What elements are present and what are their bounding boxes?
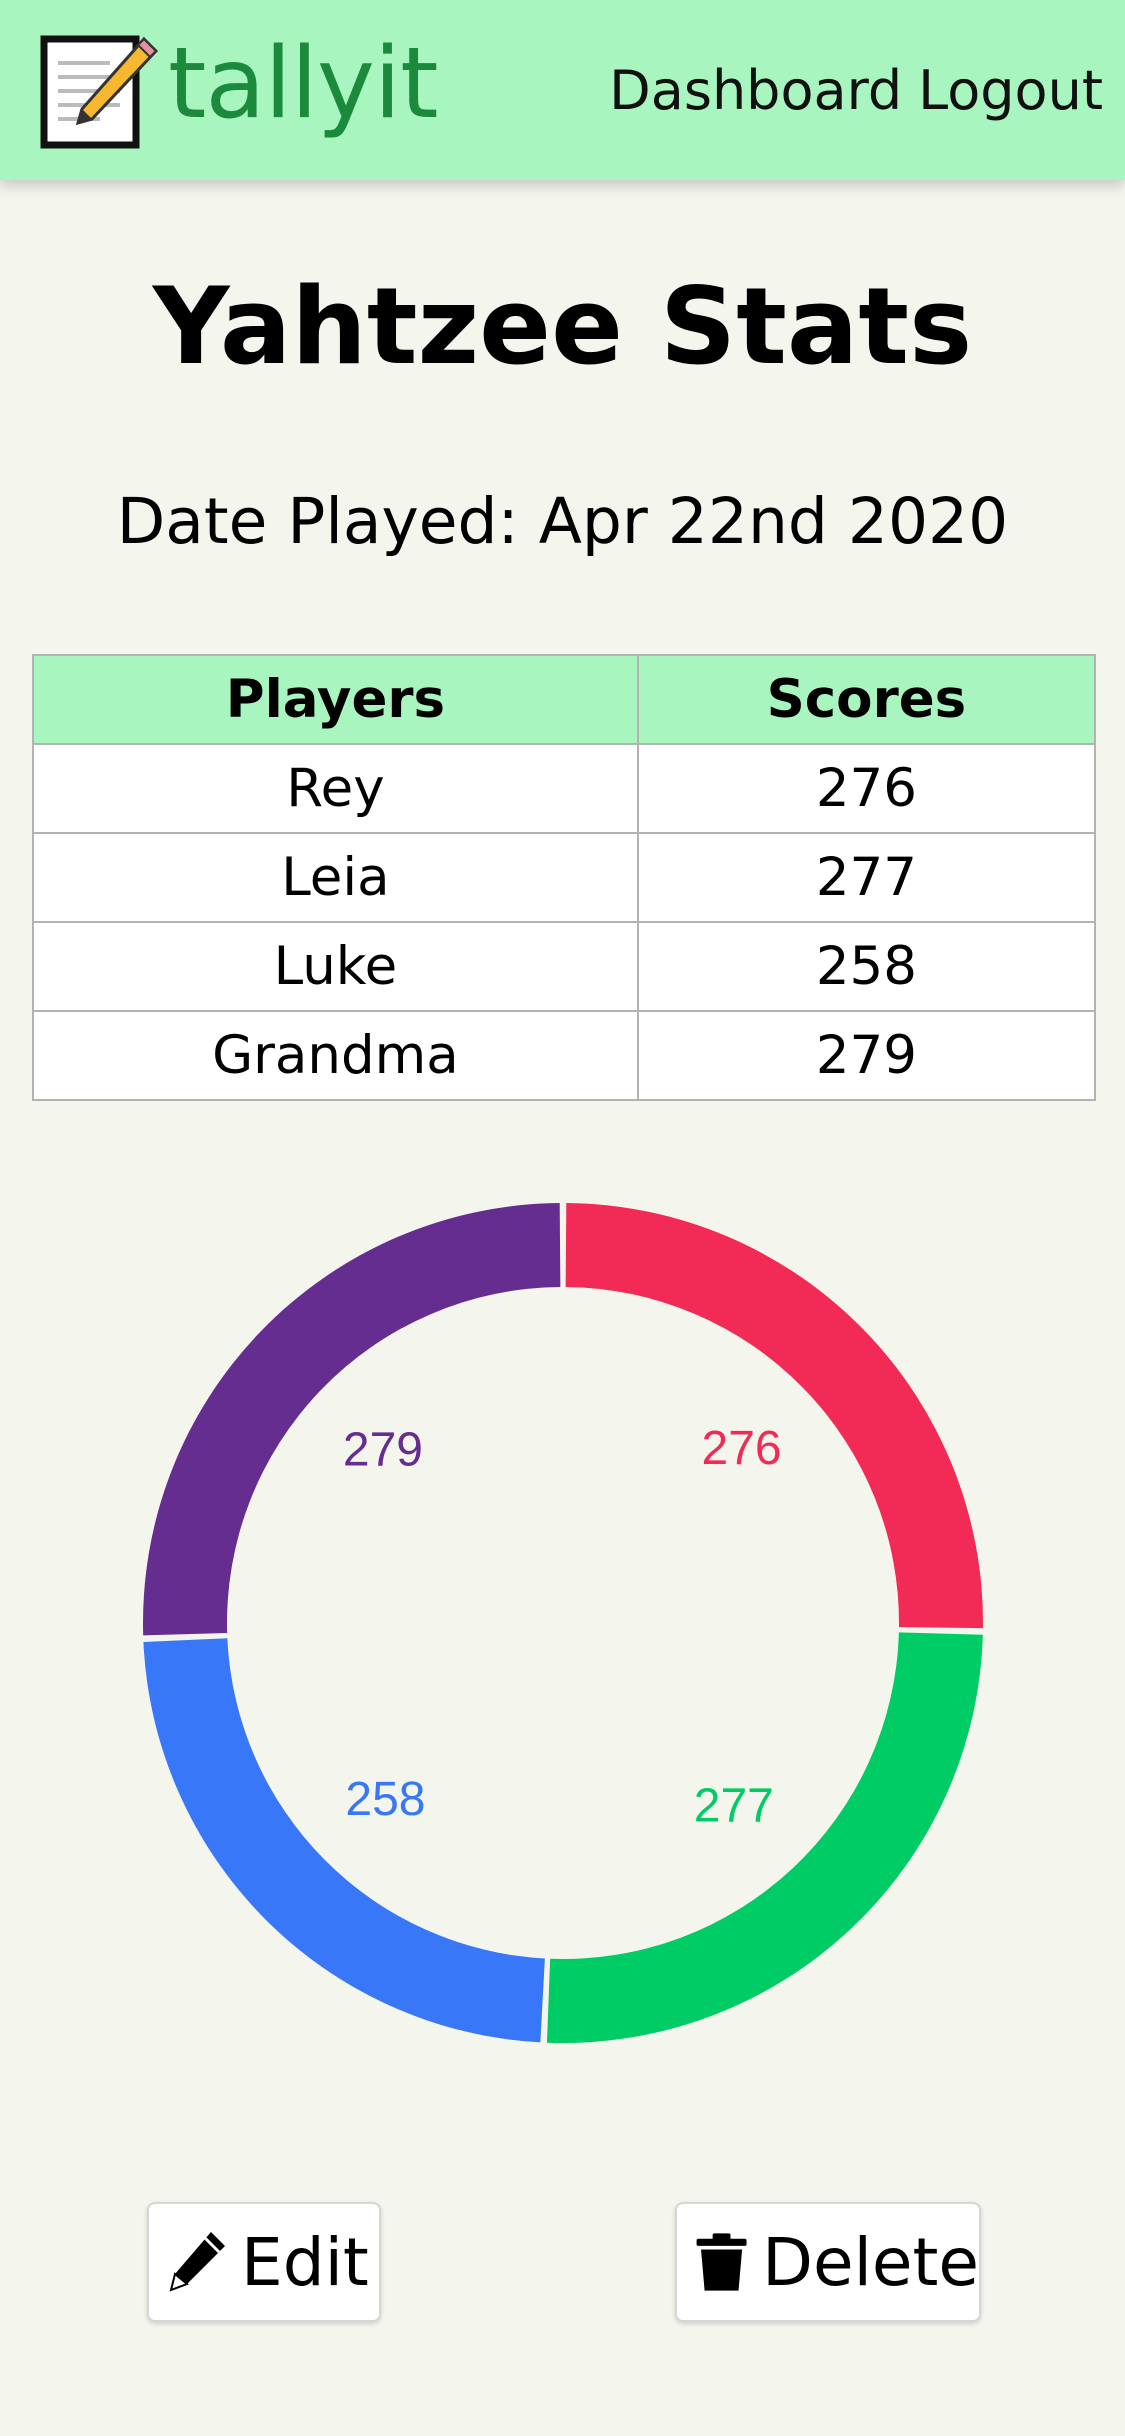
chart-data-label: 277 [694,1780,774,1833]
player-score: 277 [636,832,1097,923]
page-title: Yahtzee Stats [152,265,973,388]
date-played: Date Played: Apr 22nd 2020 [0,482,1125,562]
chart-data-label: 276 [702,1422,782,1475]
player-score: 279 [636,1010,1097,1101]
header-players: Players [32,654,639,745]
chart-slice-luke[interactable] [143,1638,545,2043]
scores-doughnut-chart: 276 277 258 279 [143,1203,983,2043]
pencil-icon [165,2228,229,2296]
table-header-row: Players Scores [32,654,1097,745]
date-value: Apr 22nd 2020 [538,485,1009,558]
table-row: Leia 277 [32,832,1097,923]
trash-icon [693,2228,750,2296]
player-name: Rey [32,743,639,834]
nav-links: Dashboard Logout [609,58,1103,124]
chart-data-label: 279 [343,1424,423,1477]
player-name: Grandma [32,1010,639,1101]
header-scores: Scores [636,654,1097,745]
chart-data-label: 258 [345,1773,425,1826]
brand-name[interactable]: tallyit [168,24,439,144]
nav-logout-link[interactable]: Logout [918,58,1103,124]
edit-label: Edit [241,2223,369,2301]
table-row: Rey 276 [32,743,1097,834]
player-name: Luke [32,921,639,1012]
chart-slice-leia[interactable] [546,1632,983,2043]
delete-button[interactable]: Delete [675,2202,981,2322]
edit-button[interactable]: Edit [147,2202,381,2322]
notepad-pencil-icon[interactable] [40,33,160,151]
chart-slice-rey[interactable] [565,1203,983,1629]
chart-slice-grandma[interactable] [143,1203,561,1636]
delete-label: Delete [762,2223,979,2301]
date-label: Date Played: [116,485,519,558]
scores-table: Players Scores Rey 276 Leia 277 Luke 258… [32,654,1097,1101]
table-row: Luke 258 [32,921,1097,1012]
navbar: tallyit Dashboard Logout [0,0,1125,180]
table-row: Grandma 279 [32,1010,1097,1101]
nav-dashboard-link[interactable]: Dashboard [609,58,902,124]
player-name: Leia [32,832,639,923]
player-score: 258 [636,921,1097,1012]
player-score: 276 [636,743,1097,834]
